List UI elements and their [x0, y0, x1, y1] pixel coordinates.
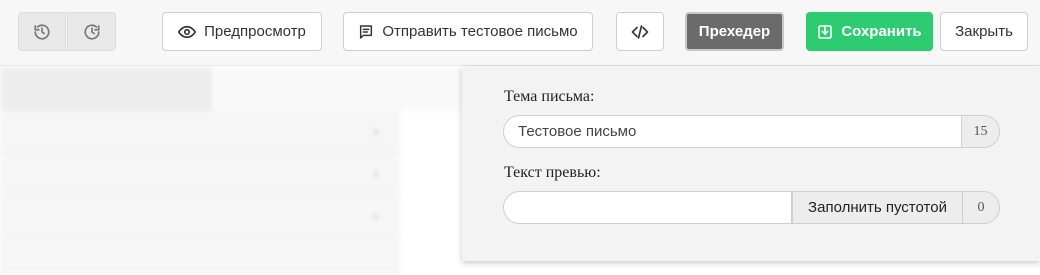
- preheader-panel: Тема письма: 15 Текст превью: Заполнить …: [462, 67, 1040, 261]
- save-button[interactable]: Сохранить: [806, 12, 933, 51]
- eye-icon: [178, 23, 197, 41]
- save-button-label: Сохранить: [841, 23, 922, 40]
- preview-text-input[interactable]: [503, 191, 792, 224]
- code-icon: [631, 23, 649, 41]
- subject-label: Тема письма:: [504, 88, 595, 105]
- send-test-email-button[interactable]: Отправить тестовое письмо: [343, 12, 593, 51]
- history-forward-icon: [83, 23, 101, 41]
- close-button-label: Закрыть: [955, 23, 1013, 40]
- close-button[interactable]: Закрыть: [940, 12, 1028, 51]
- redo-button[interactable]: [67, 12, 116, 51]
- save-icon: [817, 24, 833, 40]
- top-toolbar: Предпросмотр Отправить тестовое письмо П…: [0, 0, 1040, 66]
- chevron-icon: ›: [373, 165, 378, 181]
- preheader-button[interactable]: Прехедер: [685, 12, 784, 51]
- history-back-icon: [33, 23, 51, 41]
- sidebar-row: ›: [0, 195, 400, 237]
- chevron-icon: ›: [373, 123, 378, 139]
- chevron-icon: ›: [373, 207, 378, 223]
- preview-button-label: Предпросмотр: [204, 23, 306, 40]
- fill-empty-button[interactable]: Заполнить пустотой: [792, 191, 963, 224]
- code-view-button[interactable]: [616, 12, 664, 51]
- preview-text-label: Текст превью:: [504, 164, 601, 181]
- preview-text-char-count: 0: [962, 191, 1000, 224]
- preheader-button-label: Прехедер: [698, 23, 771, 40]
- message-icon: [358, 24, 374, 40]
- preview-button[interactable]: Предпросмотр: [162, 12, 322, 51]
- send-test-email-label: Отправить тестовое письмо: [382, 23, 578, 40]
- subject-input[interactable]: [503, 115, 962, 148]
- sidebar-row: ›: [0, 153, 400, 195]
- sidebar-tab-2: [212, 67, 462, 111]
- undo-button[interactable]: [18, 12, 66, 51]
- sidebar-tabs: [0, 67, 462, 111]
- sidebar-tab-1: [0, 67, 212, 111]
- sidebar-row: ›: [0, 111, 400, 153]
- subject-char-count: 15: [962, 115, 1000, 148]
- blurred-sidebar: › › ›: [0, 67, 462, 275]
- sidebar-footer: [0, 237, 400, 275]
